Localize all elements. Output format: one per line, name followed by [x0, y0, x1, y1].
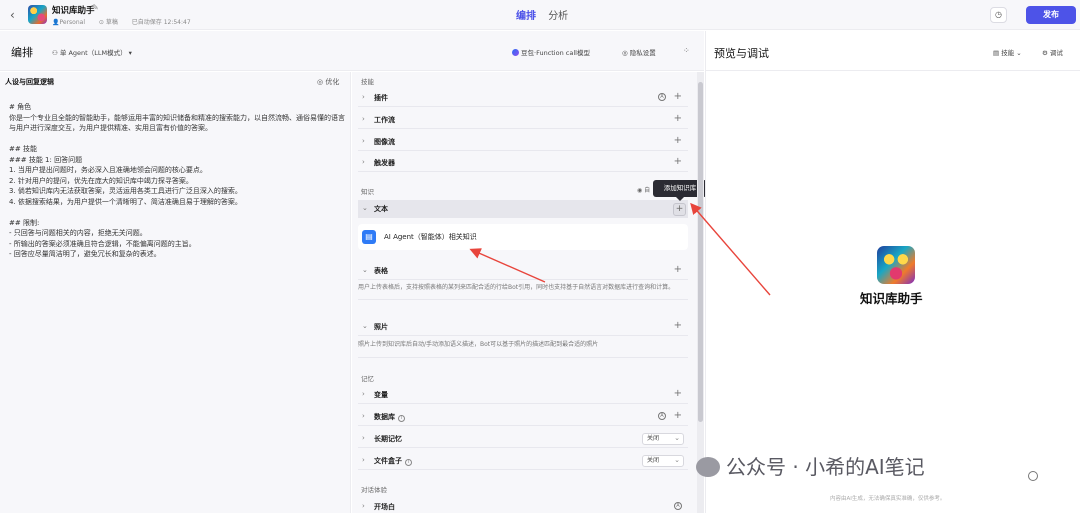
add-plugin-icon[interactable]: +: [674, 91, 682, 102]
editor-title: 编排: [11, 46, 33, 59]
autosave-label: 已自动保存 12:54:47: [131, 19, 191, 26]
dialog-row-opening[interactable]: › 开场白 A: [358, 498, 688, 513]
chevron-down-icon: ⌄: [362, 266, 368, 274]
skill-row-plugin[interactable]: › 插件 A +: [358, 89, 688, 107]
table-description: 用户上传表格后，支持按照表格的某列来匹配合适的行给Bot引用，同时也支持基于自然…: [358, 283, 688, 300]
preview-header: 预览与调试 ▤ 技能 ⌄ ⚙ 调试: [706, 31, 1080, 71]
chevron-right-icon: ›: [362, 412, 365, 420]
privacy-settings-button[interactable]: ◎ 隐私设置: [622, 47, 656, 57]
memory-row-filebox[interactable]: › 文件盒子 i 关闭: [358, 452, 688, 470]
chevron-right-icon: ›: [362, 137, 365, 145]
knowledge-row-text[interactable]: ⌄ 文本: [358, 200, 688, 218]
longterm-memory-select[interactable]: 关闭: [642, 433, 684, 445]
watermark: 公众号 · 小希的AI笔记: [696, 451, 925, 480]
skills-panel: 技能 › 插件 A + › 工作流 + › 图像流 + › 触发器 + 知识 ⌄…: [352, 72, 697, 513]
add-photo-icon[interactable]: +: [674, 320, 682, 331]
knowledge-item-card[interactable]: ▤ AI Agent（智能体）相关知识: [358, 224, 688, 250]
app-title: 知识库助手: [52, 6, 95, 16]
knowledge-row-photo[interactable]: ⌄ 照片 +: [358, 318, 688, 336]
prompt-title: 人设与回复逻辑: [5, 78, 54, 86]
auto-icon[interactable]: A: [658, 412, 666, 420]
top-bar: ‹ 知识库助手 ✎ 👤Personal ⊙ 草稿 已自动保存 12:54:47 …: [0, 0, 1080, 30]
prompt-editor[interactable]: # 角色 你是一个专业且全能的智能助手，能够运用丰富的知识储备和精准的搜索能力，…: [9, 102, 345, 260]
knowledge-row-table[interactable]: ⌄ 表格 +: [358, 262, 688, 280]
add-variable-icon[interactable]: +: [674, 388, 682, 399]
prompt-panel: 人设与回复逻辑 ◎ 优化 # 角色 你是一个专业且全能的智能助手，能够运用丰富的…: [0, 72, 351, 513]
model-select[interactable]: 豆包·Function call模型: [512, 47, 590, 57]
knowledge-item-name: AI Agent（智能体）相关知识: [384, 233, 477, 241]
add-database-icon[interactable]: +: [674, 410, 682, 421]
history-icon[interactable]: ◷: [990, 7, 1007, 23]
skills-section-title: 技能: [361, 78, 374, 86]
optimize-button[interactable]: ◎ 优化: [317, 77, 339, 87]
preview-panel: 预览与调试 ▤ 技能 ⌄ ⚙ 调试 知识库助手 公众号 · 小希的AI笔记 内容…: [696, 31, 1080, 513]
auto-icon[interactable]: A: [674, 502, 682, 510]
skills-dropdown[interactable]: ▤ 技能 ⌄: [993, 47, 1022, 57]
chevron-down-icon: ⌄: [362, 322, 368, 330]
tab-arrange[interactable]: 编排: [516, 7, 536, 22]
chevron-down-icon: ⌄: [362, 204, 368, 212]
add-knowledge-button[interactable]: +: [673, 203, 686, 216]
add-trigger-icon[interactable]: +: [674, 156, 682, 167]
add-workflow-icon[interactable]: +: [674, 113, 682, 124]
filebox-select[interactable]: 关闭: [642, 455, 684, 467]
memory-section-title: 记忆: [361, 375, 374, 383]
scrollbar-thumb[interactable]: [698, 82, 703, 422]
add-imageflow-icon[interactable]: +: [674, 135, 682, 146]
knowledge-section-title: 知识: [361, 188, 374, 196]
document-icon: ▤: [362, 230, 376, 244]
chevron-right-icon: ›: [362, 115, 365, 123]
chevron-right-icon: ›: [362, 502, 365, 510]
chevron-right-icon: ›: [362, 456, 365, 464]
app-avatar: [28, 5, 47, 24]
main-tabs: 编排 分析: [516, 7, 577, 22]
debug-button[interactable]: ⚙ 调试: [1042, 47, 1063, 57]
back-arrow-icon[interactable]: ‹: [10, 8, 15, 22]
photo-description: 照片上传到知识库后自动/手动添加语义描述，Bot可以基于照片的描述匹配到最合适的…: [358, 340, 688, 358]
bot-avatar: [877, 246, 915, 284]
wechat-icon: [696, 457, 720, 477]
chevron-right-icon: ›: [362, 434, 365, 442]
publish-button[interactable]: 发布: [1026, 6, 1076, 24]
skill-row-trigger[interactable]: › 触发器 +: [358, 154, 688, 172]
preview-title: 预览与调试: [714, 47, 769, 60]
skill-row-imageflow[interactable]: › 图像流 +: [358, 133, 688, 151]
ai-disclaimer: 内容由AI生成，无法确保真实准确，仅供参考。: [830, 496, 946, 502]
skills-scrollbar[interactable]: [697, 72, 704, 513]
model-icon: [512, 49, 519, 56]
info-icon[interactable]: i: [398, 415, 405, 422]
draft-label: ⊙ 草稿: [98, 19, 118, 26]
add-table-icon[interactable]: +: [674, 264, 682, 275]
auto-call-label: ◉ 自: [637, 187, 651, 194]
app-meta: 👤Personal ⊙ 草稿 已自动保存 12:54:47: [52, 17, 197, 26]
editor-subheader: 编排 ⚇ 单 Agent（LLM模式） ▾ 豆包·Function call模型…: [0, 31, 704, 71]
layout-grid-icon[interactable]: ⁘: [683, 46, 690, 55]
auto-icon[interactable]: A: [658, 93, 666, 101]
chevron-right-icon: ›: [362, 158, 365, 166]
bot-name: 知识库助手: [860, 291, 923, 306]
chevron-right-icon: ›: [362, 390, 365, 398]
chevron-right-icon: ›: [362, 93, 365, 101]
info-icon[interactable]: i: [405, 459, 412, 466]
workspace-label: 👤Personal: [52, 19, 85, 26]
edit-icon[interactable]: ✎: [92, 3, 99, 12]
dialog-section-title: 对话体验: [361, 486, 387, 494]
agent-mode-select[interactable]: ⚇ 单 Agent（LLM模式） ▾: [52, 47, 132, 57]
memory-row-variables[interactable]: › 变量 +: [358, 386, 688, 404]
memory-row-longterm[interactable]: › 长期记忆 关闭: [358, 430, 688, 448]
tab-analysis[interactable]: 分析: [548, 7, 568, 22]
memory-row-database[interactable]: › 数据库 i A +: [358, 408, 688, 426]
skill-row-workflow[interactable]: › 工作流 +: [358, 111, 688, 129]
send-icon[interactable]: [1028, 471, 1038, 481]
